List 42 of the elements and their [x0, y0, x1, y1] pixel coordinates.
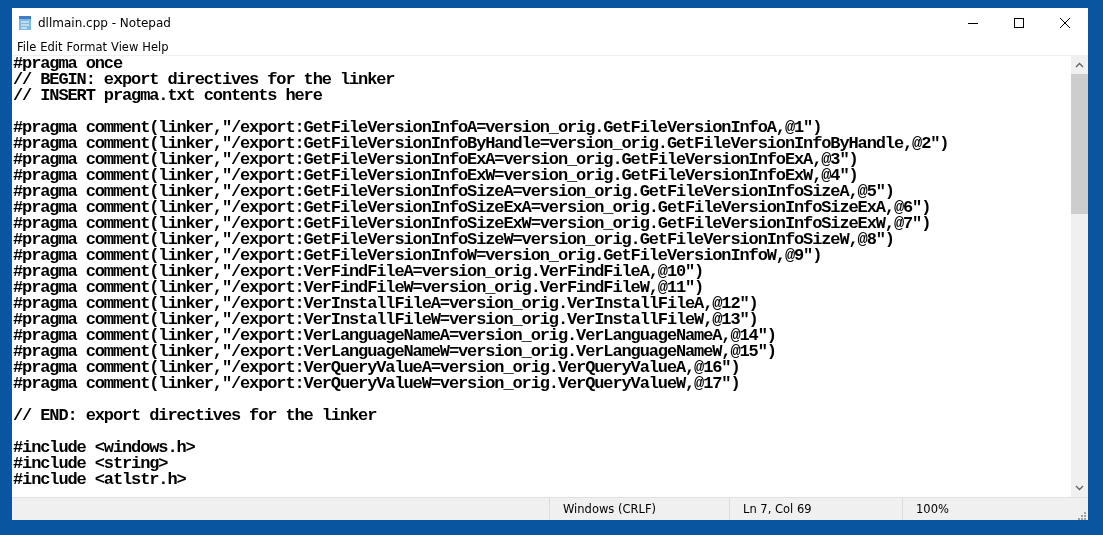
code-line: #pragma comment(linker,"/export:GetFileVersionInfoExA=version_orig.GetFileVersionInfoExA,@3") — [13, 152, 858, 168]
vertical-scrollbar[interactable] — [1071, 56, 1088, 497]
notepad-icon — [18, 15, 32, 31]
scrollbar-thumb[interactable] — [1071, 74, 1088, 214]
minimize-icon — [968, 22, 978, 24]
code-line: #include <atlstr.h> — [13, 472, 187, 488]
code-line: #pragma comment(linker,"/export:GetFileVersionInfoByHandle=version_orig.GetFileVersionInfoByHandle,@2") — [13, 136, 950, 152]
cursor-position-label: Ln 7, Col 69 — [743, 502, 812, 516]
code-line: #pragma comment(linker,"/export:GetFileVersionInfoSizeW=version_orig.GetFileVersionInfoSizeW,@8") — [13, 232, 894, 248]
code-line: #pragma comment(linker,"/export:VerInstallFileA=version_orig.VerInstallFileA,@12") — [13, 296, 759, 312]
menu-item[interactable]: File — [15, 39, 39, 54]
code-line: #pragma once — [13, 56, 124, 72]
code-line: #include <string> — [13, 456, 168, 472]
menu-item[interactable]: Edit — [38, 39, 65, 54]
code-line: #pragma comment(linker,"/export:GetFileVersionInfoSizeA=version_orig.GetFileVersionInfoSizeA,@5") — [13, 184, 894, 200]
code-line: #pragma comment(linker,"/export:VerFindFileA=version_orig.VerFindFileA,@10") — [13, 264, 704, 280]
code-line: #include <windows.h> — [13, 440, 196, 456]
code-line: #pragma comment(linker,"/export:VerQueryValueA=version_orig.VerQueryValueA,@16") — [13, 360, 740, 376]
code-line: #pragma comment(linker,"/export:GetFileVersionInfoSizeExA=version_orig.GetFileVersionInfoSizeExA,@6") — [13, 200, 932, 216]
code-line: // BEGIN: export directives for the linker — [13, 72, 396, 88]
code-line: #pragma comment(linker,"/export:VerInstallFileW=version_orig.VerInstallFileW,@13") — [13, 312, 758, 328]
code-line: // END: export directives for the linker — [13, 408, 378, 424]
scroll-up-icon[interactable] — [1075, 62, 1084, 68]
window-title: dllmain.cpp - Notepad — [38, 16, 172, 30]
code-line: #pragma comment(linker,"/export:VerLanguageNameA=version_orig.VerLanguageNameA,@14") — [13, 328, 777, 344]
code-line: // INSERT pragma.txt contents here — [13, 88, 323, 104]
menu-item[interactable]: Help — [140, 39, 171, 54]
code-line: #pragma comment(linker,"/export:GetFileVersionInfoExW=version_orig.GetFileVersionInfoExW,@4") — [13, 168, 858, 184]
code-line: #pragma comment(linker,"/export:VerFindFileW=version_orig.VerFindFileW,@11") — [13, 280, 704, 296]
maximize-icon — [1014, 18, 1024, 28]
resize-grip-icon[interactable] — [1076, 510, 1086, 520]
zoom-level-label: 100% — [916, 502, 949, 516]
menu-item[interactable]: View — [109, 39, 141, 54]
close-icon — [1060, 18, 1070, 28]
code-line: #pragma comment(linker,"/export:GetFileVersionInfoW=version_orig.GetFileVersionInfoW,@9") — [13, 248, 822, 264]
scroll-down-icon[interactable] — [1075, 485, 1084, 491]
line-ending-label: Windows (CRLF) — [563, 502, 656, 516]
code-line: #pragma comment(linker,"/export:VerQueryValueW=version_orig.VerQueryValueW,@17") — [13, 376, 741, 392]
code-line: #pragma comment(linker,"/export:GetFileVersionInfoSizeExW=version_orig.GetFileVersionInfoSizeExW,@7") — [13, 216, 932, 232]
code-line: #pragma comment(linker,"/export:GetFileVersionInfoA=version_orig.GetFileVersionInfoA,@1") — [13, 120, 822, 136]
code-line: #pragma comment(linker,"/export:VerLanguageNameW=version_orig.VerLanguageNameW,@15") — [13, 344, 777, 360]
menu-item[interactable]: Format — [64, 39, 110, 54]
